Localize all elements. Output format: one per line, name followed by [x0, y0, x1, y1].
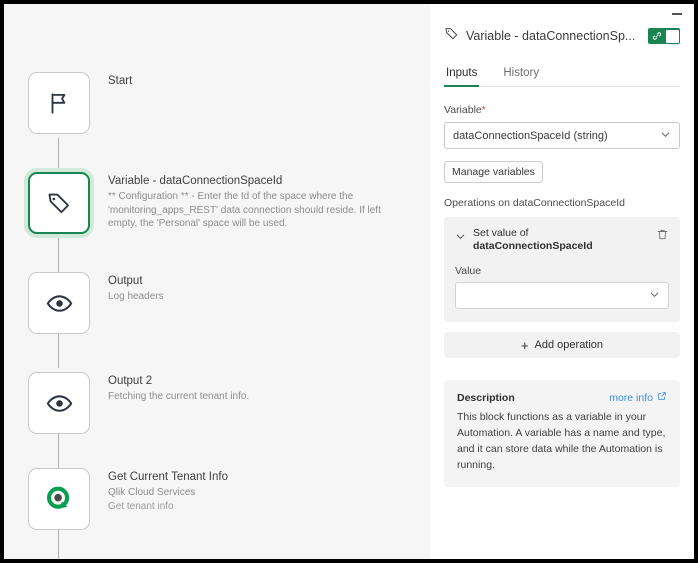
variable-select-value: dataConnectionSpaceId (string) [453, 129, 608, 142]
flow-connector [58, 434, 59, 468]
value-input[interactable] [455, 282, 669, 309]
flow-node-label-output: Output Log headers [108, 274, 408, 304]
node-title: Output 2 [108, 375, 153, 387]
description-title: Description [457, 391, 515, 404]
node-subtitle-2: Get tenant info [108, 500, 174, 512]
flow-node-label-output-2: Output 2 Fetching the current tenant inf… [108, 374, 408, 404]
node-subtitle: Fetching the current tenant info. [108, 391, 250, 402]
tag-icon [444, 26, 459, 46]
tab-inputs[interactable]: Inputs [444, 63, 480, 87]
chevron-down-icon[interactable] [649, 289, 660, 303]
eye-icon [46, 290, 73, 317]
variable-label-text: Variable [444, 104, 482, 116]
chevron-down-icon [660, 129, 671, 143]
more-info-link[interactable]: more info [609, 391, 667, 404]
flow-node-label-start: Start [108, 74, 408, 89]
node-title: Get Current Tenant Info [108, 471, 228, 483]
flow-connector [58, 138, 59, 172]
flow-node-label-get-current-tenant-info: Get Current Tenant Info Qlik Cloud Servi… [108, 470, 408, 513]
tag-icon [46, 190, 72, 216]
variable-field-label: Variable* [444, 104, 680, 116]
panel-tabs: Inputs History [444, 63, 680, 87]
add-operation-button[interactable]: + Add operation [444, 332, 680, 358]
external-link-icon [657, 391, 667, 404]
minimize-icon [672, 13, 682, 15]
minimize-button[interactable] [668, 6, 686, 22]
operation-header: Set value of dataConnectionSpaceId [455, 227, 669, 253]
flow-connector [58, 238, 59, 272]
automation-editor-window: Start Variable - dataConnectionSpaceId *… [4, 4, 694, 559]
flow-node-start[interactable] [28, 72, 90, 134]
panel-header: Variable - dataConnectionSp... [444, 19, 680, 53]
node-title: Start [108, 75, 133, 87]
flow-graph: Start Variable - dataConnectionSpaceId *… [4, 4, 430, 559]
node-subtitle: Qlik Cloud Services [108, 487, 196, 498]
toggle-knob [666, 29, 679, 43]
variable-select[interactable]: dataConnectionSpaceId (string) [444, 122, 680, 149]
node-title: Variable - dataConnectionSpaceId [108, 175, 283, 187]
panel-title: Variable - dataConnectionSp... [466, 29, 636, 43]
operation-title-line-2: dataConnectionSpaceId [473, 240, 593, 252]
operation-card: Set value of dataConnectionSpaceId Value [444, 217, 680, 322]
qlik-logo-icon [44, 484, 74, 514]
eye-icon [46, 390, 73, 417]
trash-icon[interactable] [656, 228, 669, 246]
node-subtitle: ** Configuration ** - Enter the Id of th… [108, 191, 381, 229]
description-body: This block functions as a variable in yo… [457, 411, 666, 471]
flow-node-output[interactable] [28, 272, 90, 334]
flow-node-get-current-tenant-info[interactable] [28, 468, 90, 530]
description-card: Description more info This block functio… [444, 380, 680, 487]
tab-history[interactable]: History [501, 63, 541, 86]
node-subtitle: Log headers [108, 291, 164, 302]
more-info-label: more info [609, 391, 653, 404]
flow-node-output-2[interactable] [28, 372, 90, 434]
required-marker: * [481, 105, 486, 116]
flow-node-variable[interactable] [28, 172, 90, 234]
manage-variables-button[interactable]: Manage variables [444, 161, 543, 183]
add-operation-label: Add operation [534, 339, 604, 351]
flow-node-label-variable: Variable - dataConnectionSpaceId ** Conf… [108, 174, 408, 231]
flow-connector [58, 530, 59, 559]
flag-icon [46, 90, 72, 116]
operation-title-line-1: Set value of [473, 227, 529, 239]
link-toggle[interactable] [648, 28, 680, 44]
operation-title: Set value of dataConnectionSpaceId [473, 227, 649, 253]
description-header: Description more info [457, 391, 667, 404]
flow-canvas[interactable]: Start Variable - dataConnectionSpaceId *… [4, 4, 430, 559]
flow-connector [58, 334, 59, 368]
block-details-panel: Variable - dataConnectionSp... Inputs Hi… [430, 4, 694, 559]
node-title: Output [108, 275, 143, 287]
chevron-down-icon[interactable] [455, 229, 466, 247]
link-icon [649, 31, 664, 41]
plus-icon: + [520, 337, 529, 353]
operations-label: Operations on dataConnectionSpaceId [444, 197, 625, 209]
value-label: Value [455, 265, 482, 277]
